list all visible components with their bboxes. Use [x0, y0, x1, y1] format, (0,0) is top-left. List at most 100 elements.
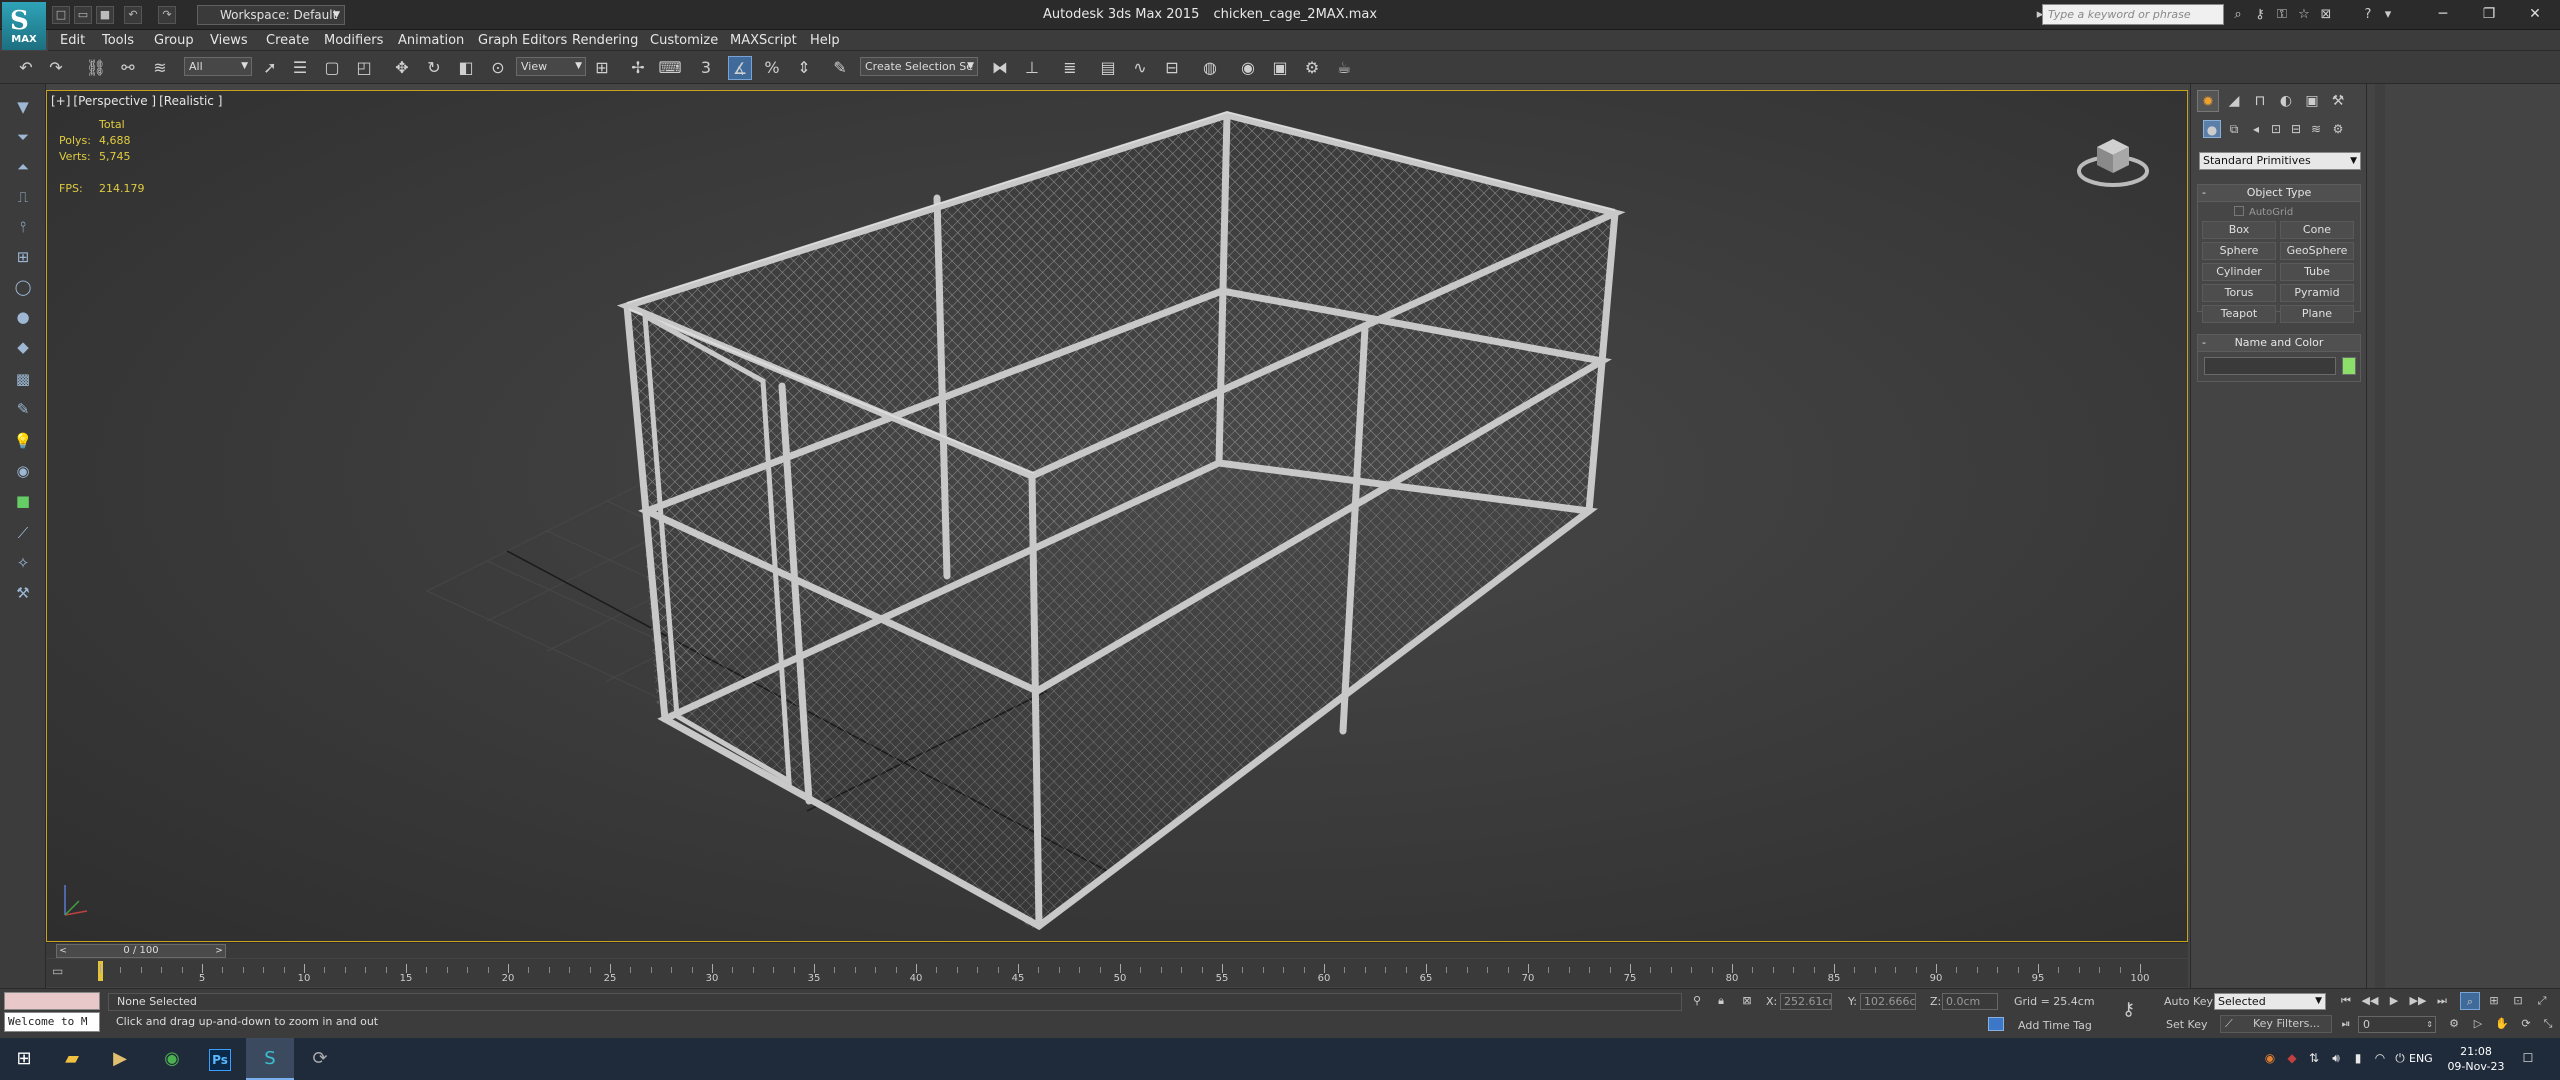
tray-battery-icon[interactable]: ▮ — [2350, 1050, 2366, 1066]
3dsmax-taskbar-icon[interactable]: S — [246, 1038, 294, 1080]
menu-graph-editors[interactable]: Graph Editors — [478, 33, 567, 48]
tray-wifi-icon[interactable]: ◠ — [2372, 1050, 2388, 1066]
plane-button[interactable]: Plane — [2280, 305, 2354, 323]
zoom-viewport-icon[interactable]: ⌕ — [2460, 992, 2480, 1010]
notifications-icon[interactable]: ☐ — [2520, 1050, 2536, 1066]
lights-icon[interactable]: ◂ — [2247, 120, 2265, 138]
hierarchy-tab-icon[interactable]: ⊓ — [2249, 90, 2271, 112]
material-sphere-icon[interactable]: ◉ — [12, 460, 34, 482]
box-button[interactable]: Box — [2202, 221, 2276, 239]
link-icon[interactable]: ⛓ — [84, 56, 108, 80]
camera-tool-icon[interactable]: ■ — [12, 490, 34, 512]
move-icon[interactable]: ✥ — [390, 56, 414, 80]
geosphere-button[interactable]: GeoSphere — [2280, 242, 2354, 260]
snaps-toggle-icon[interactable]: 3 — [694, 56, 718, 80]
pivot-center-icon[interactable]: ⊞ — [590, 56, 614, 80]
y-coord-input[interactable]: 102.666cm — [1860, 993, 1916, 1010]
curve-editor-icon[interactable]: ∿ — [1128, 56, 1152, 80]
rendered-frame-window-icon[interactable]: ▣ — [1268, 56, 1292, 80]
create-tab-icon[interactable]: ✹ — [2197, 90, 2219, 112]
viewport-menu-plus[interactable]: [+] — [51, 94, 70, 108]
motion-tab-icon[interactable]: ◐ — [2275, 90, 2297, 112]
signin-icon[interactable]: ⚿ — [2272, 5, 2292, 25]
spinner-snap-icon[interactable]: ⇕ — [792, 56, 816, 80]
field-of-view-icon[interactable]: ▷ — [2468, 1015, 2488, 1033]
viewport-label[interactable]: [+] [Perspective ] [Realistic ] — [51, 94, 225, 108]
select-object-icon[interactable]: ➚ — [258, 56, 282, 80]
named-selection-sets-dropdown[interactable]: Create Selection Se ▼ — [860, 57, 978, 76]
object-type-header[interactable]: - Object Type — [2198, 185, 2360, 202]
geometry-type-dropdown[interactable]: Standard Primitives ▼ — [2199, 152, 2361, 170]
cone-tool-icon[interactable]: ▼ — [12, 96, 34, 118]
percent-snap-icon[interactable]: % — [760, 56, 784, 80]
utilities-tab-icon[interactable]: ⚒ — [2327, 90, 2349, 112]
modify-tab-icon[interactable]: ◢ — [2223, 90, 2245, 112]
object-name-input[interactable] — [2204, 357, 2336, 375]
set-key-icon[interactable]: ⚷ — [2122, 999, 2135, 1020]
app-taskbar-icon[interactable]: ⟳ — [296, 1038, 344, 1080]
menu-tools[interactable]: Tools — [102, 33, 134, 48]
menu-help[interactable]: Help — [810, 33, 840, 48]
file-explorer-icon[interactable]: ▰ — [48, 1038, 96, 1080]
spinner-icon[interactable]: ⇕ — [2426, 1017, 2433, 1032]
search-input[interactable]: Type a keyword or phrase — [2042, 4, 2224, 25]
sphere-tool-icon[interactable]: ● — [12, 306, 34, 328]
pan-icon[interactable]: ✋ — [2492, 1015, 2512, 1033]
place-icon[interactable]: ⊙ — [486, 56, 510, 80]
menu-customize[interactable]: Customize — [650, 33, 718, 48]
paint-tool-icon[interactable]: ✎ — [12, 398, 34, 420]
layer-explorer-icon[interactable]: ≣ — [1058, 56, 1082, 80]
key-icon[interactable]: ⚷ — [2250, 5, 2270, 25]
reference-coordinate-dropdown[interactable]: View ▼ — [516, 57, 586, 76]
helpers-icon[interactable]: ⊟ — [2287, 120, 2305, 138]
clock[interactable]: 21:08 09-Nov-23 — [2444, 1044, 2508, 1074]
minimize-button[interactable]: ─ — [2420, 0, 2466, 28]
exchange-icon[interactable]: ⊠ — [2316, 5, 2336, 25]
maxscript-listener-input[interactable]: Welcome to M — [4, 1012, 100, 1032]
menu-group[interactable]: Group — [154, 33, 194, 48]
time-config-icon[interactable]: ⚙ — [2444, 1015, 2464, 1033]
select-manipulate-icon[interactable]: ✢ — [626, 56, 650, 80]
torus-button[interactable]: Torus — [2202, 284, 2276, 302]
next-frame-icon[interactable]: ▶▶ — [2408, 992, 2428, 1010]
redo-icon[interactable]: ↷ — [44, 56, 68, 80]
menu-rendering[interactable]: Rendering — [572, 33, 638, 48]
schematic-view-icon[interactable]: ⊟ — [1160, 56, 1184, 80]
selection-filter-dropdown[interactable]: All ▼ — [184, 57, 252, 76]
previous-frame-icon[interactable]: ◀◀ — [2360, 992, 2380, 1010]
zoom-extents-icon[interactable]: ⊡ — [2508, 992, 2528, 1010]
sphere-button[interactable]: Sphere — [2202, 242, 2276, 260]
current-frame-input[interactable]: 0 ⇕ — [2358, 1016, 2436, 1033]
next-frame-icon[interactable]: > — [214, 945, 224, 957]
orbit-icon[interactable]: ⟳ — [2516, 1015, 2536, 1033]
checker-tool-icon[interactable]: ▩ — [12, 368, 34, 390]
new-file-icon[interactable]: □ — [52, 6, 70, 24]
bind-space-warp-icon[interactable]: ≋ — [148, 56, 172, 80]
cameras-icon[interactable]: ⊡ — [2267, 120, 2285, 138]
shapes-icon[interactable]: ⧉ — [2225, 120, 2243, 138]
chevron-down-icon[interactable]: ▾ — [2378, 5, 2398, 25]
rotate-icon[interactable]: ↻ — [422, 56, 446, 80]
save-file-icon[interactable]: ■ — [96, 6, 114, 24]
go-to-start-icon[interactable]: ⏮ — [2336, 992, 2356, 1010]
material-editor-icon[interactable]: ◍ — [1198, 56, 1222, 80]
chrome-icon[interactable]: ◉ — [148, 1038, 196, 1080]
plane-tool-icon[interactable]: ◆ — [12, 336, 34, 358]
binoculars-icon[interactable]: ⌕ — [2228, 5, 2248, 25]
object-color-swatch[interactable] — [2342, 357, 2356, 375]
input-language[interactable]: ENG — [2409, 1052, 2433, 1065]
tray-volume-icon[interactable]: 🔊︎ — [2328, 1050, 2344, 1066]
edit-named-selection-icon[interactable]: ✎ — [828, 56, 852, 80]
curve-editor-toggle-icon[interactable]: ▭ — [52, 964, 70, 978]
menu-edit[interactable]: Edit — [60, 33, 85, 48]
taper-tool-icon[interactable]: ⏶ — [12, 156, 34, 178]
zoom-extents-all-icon[interactable]: ⤢ — [2532, 992, 2552, 1010]
angle-snap-icon[interactable]: ∡ — [728, 56, 752, 80]
windows-start-icon[interactable]: ⊞ — [0, 1038, 48, 1080]
helper-tool-icon[interactable]: ✧ — [12, 552, 34, 574]
key-filters-button[interactable]: ⟋ Key Filters... — [2220, 1015, 2332, 1033]
window-crossing-icon[interactable]: ◰ — [352, 56, 376, 80]
undo-icon[interactable]: ↶ — [14, 56, 38, 80]
select-by-name-icon[interactable]: ☰ — [288, 56, 312, 80]
funnel-tool-icon[interactable]: ⏷ — [12, 126, 34, 148]
